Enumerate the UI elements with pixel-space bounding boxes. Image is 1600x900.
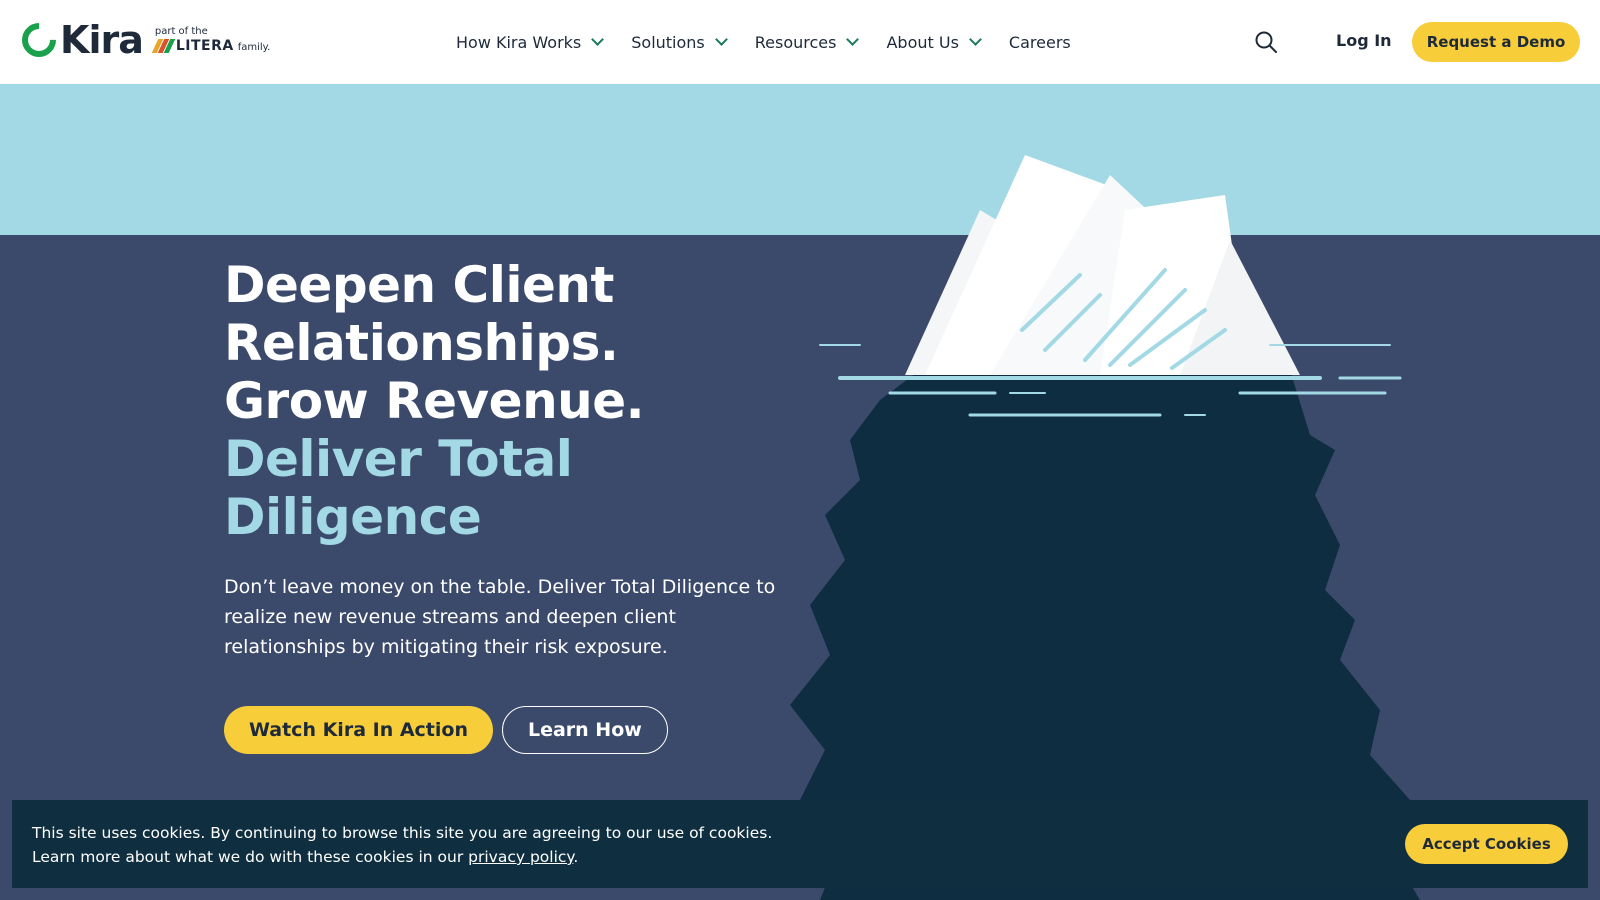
nav-item-how-kira-works[interactable]: How Kira Works	[456, 32, 605, 52]
learn-how-button[interactable]: Learn How	[501, 706, 668, 754]
cookie-line-2-suffix: .	[573, 848, 579, 866]
iceberg-illustration	[790, 155, 1420, 900]
hero-cta-group: Watch Kira In Action Learn How	[224, 706, 804, 754]
litera-name: LITERA	[175, 38, 234, 54]
cookie-line-2-prefix: Learn more about what we do with these c…	[32, 848, 469, 866]
headline-line: Grow Revenue.	[224, 372, 645, 430]
nav-item-label: Resources	[754, 32, 837, 52]
cookie-banner: This site uses cookies. By continuing to…	[12, 800, 1588, 888]
hero-content: Deepen Client Relationships. Grow Revenu…	[224, 256, 804, 754]
hero-subtext: Don’t leave money on the table. Deliver …	[224, 576, 776, 658]
cookie-message: This site uses cookies. By continuing to…	[32, 821, 772, 869]
search-button[interactable]	[1254, 30, 1278, 54]
request-demo-button[interactable]: Request a Demo	[1412, 22, 1580, 62]
watch-kira-button[interactable]: Watch Kira In Action	[224, 706, 493, 754]
litera-tagline-suffix: family.	[237, 42, 271, 53]
headline-line: Relationships.	[224, 314, 619, 372]
chevron-down-icon	[969, 33, 982, 46]
chevron-down-icon	[591, 33, 605, 46]
cookie-line-2: Learn more about what we do with these c…	[32, 845, 772, 869]
accept-cookies-button[interactable]: Accept Cookies	[1405, 824, 1568, 864]
litera-tagline-top: part of the	[154, 26, 208, 37]
litera-mark-icon	[151, 39, 176, 53]
privacy-policy-link[interactable]: privacy policy	[468, 848, 573, 866]
main-nav: How Kira Works Solutions Resources About…	[456, 0, 1100, 84]
litera-family-badge: part of the LITERA family.	[151, 26, 271, 54]
nav-item-about-us[interactable]: About Us	[886, 32, 982, 52]
chevron-down-icon	[846, 33, 860, 46]
nav-item-label: How Kira Works	[456, 32, 582, 52]
nav-item-resources[interactable]: Resources	[754, 32, 860, 52]
kira-logo[interactable]: Kira part of the LITERA family.	[14, 15, 271, 65]
kira-logo-icon	[14, 15, 64, 65]
nav-item-label: Solutions	[631, 32, 705, 52]
nav-item-careers[interactable]: Careers	[1009, 33, 1071, 52]
hero-headline: Deepen Client Relationships. Grow Revenu…	[224, 256, 804, 546]
cookie-line-1: This site uses cookies. By continuing to…	[32, 824, 773, 842]
nav-item-label: About Us	[886, 32, 959, 52]
login-link[interactable]: Log In	[1336, 31, 1392, 50]
nav-item-solutions[interactable]: Solutions	[631, 32, 728, 52]
headline-line: Deepen Client	[224, 256, 614, 314]
kira-wordmark: Kira	[60, 18, 144, 62]
nav-item-label: Careers	[1008, 32, 1071, 52]
site-header: Kira part of the LITERA family. How Kira…	[0, 0, 1600, 84]
chevron-down-icon	[714, 33, 728, 46]
search-icon	[1255, 31, 1277, 53]
headline-accent: Deliver Total Diligence	[224, 430, 573, 546]
